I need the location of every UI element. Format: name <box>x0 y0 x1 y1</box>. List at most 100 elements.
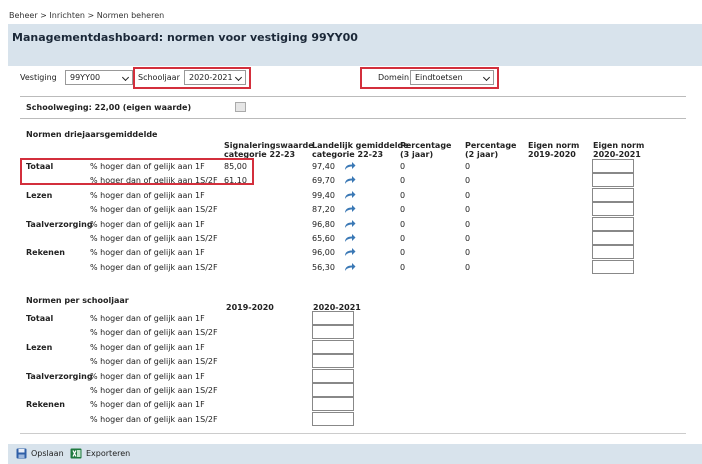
header-eigen-norm-2020: Eigen norm 2020-2021 <box>593 141 645 159</box>
row-description: % hoger dan of gelijk aan 1F <box>90 400 205 409</box>
percentage-3jaar-value: 0 <box>400 205 406 214</box>
copy-arrow-icon[interactable] <box>344 161 356 171</box>
section-driejaars-title: Normen driejaarsgemiddelde <box>26 130 158 139</box>
row-description: % hoger dan of gelijk aan 1S/2F <box>90 386 218 395</box>
percentage-2jaar-value: 0 <box>465 205 471 214</box>
row-description: % hoger dan of gelijk aan 1F <box>90 220 205 229</box>
norm-2020-2021-input[interactable] <box>312 325 354 339</box>
eigen-norm-input[interactable] <box>592 260 634 274</box>
norm-2020-2021-input[interactable] <box>312 397 354 411</box>
copy-arrow-icon[interactable] <box>344 175 356 185</box>
row-description: % hoger dan of gelijk aan 1S/2F <box>90 357 218 366</box>
filter-bar: Vestiging 99YY00 Schooljaar 2020-2021 Do… <box>8 66 702 92</box>
divider <box>20 433 686 434</box>
vestiging-label: Vestiging <box>20 73 57 82</box>
row-description: % hoger dan of gelijk aan 1S/2F <box>90 328 218 337</box>
row-description: % hoger dan of gelijk aan 1F <box>90 191 205 200</box>
landelijk-value: 96,80 <box>312 220 335 229</box>
save-label: Opslaan <box>31 449 64 458</box>
percentage-3jaar-value: 0 <box>400 191 406 200</box>
landelijk-value: 65,60 <box>312 234 335 243</box>
percentage-2jaar-value: 0 <box>465 248 471 257</box>
highlight-schooljaar <box>133 67 251 89</box>
norm-2020-2021-input[interactable] <box>312 311 354 325</box>
norm-2020-2021-input[interactable] <box>312 369 354 383</box>
percentage-2jaar-value: 0 <box>465 191 471 200</box>
row-subject: Lezen <box>26 191 53 200</box>
landelijk-value: 69,70 <box>312 176 335 185</box>
row-description: % hoger dan of gelijk aan 1S/2F <box>90 415 218 424</box>
percentage-3jaar-value: 0 <box>400 248 406 257</box>
export-label: Exporteren <box>86 449 131 458</box>
row-description: % hoger dan of gelijk aan 1S/2F <box>90 205 218 214</box>
row-subject: Rekenen <box>26 400 65 409</box>
page-title: Managementdashboard: normen voor vestigi… <box>12 31 358 44</box>
landelijk-value: 97,40 <box>312 162 335 171</box>
save-button[interactable]: Opslaan <box>16 448 64 459</box>
row-description: % hoger dan of gelijk aan 1F <box>90 248 205 257</box>
eigen-norm-input[interactable] <box>592 231 634 245</box>
header-2019-2020: 2019-2020 <box>226 303 274 312</box>
footer-toolbar: Opslaan Exporteren <box>8 444 702 464</box>
divider <box>20 118 686 119</box>
percentage-2jaar-value: 0 <box>465 234 471 243</box>
percentage-3jaar-value: 0 <box>400 263 406 272</box>
excel-icon <box>70 448 82 459</box>
landelijk-value: 99,40 <box>312 191 335 200</box>
copy-arrow-icon[interactable] <box>344 247 356 257</box>
header-percentage-3: Percentage (3 jaar) <box>400 141 452 159</box>
percentage-3jaar-value: 0 <box>400 234 406 243</box>
percentage-2jaar-value: 0 <box>465 263 471 272</box>
copy-arrow-icon[interactable] <box>344 233 356 243</box>
row-description: % hoger dan of gelijk aan 1F <box>90 343 205 352</box>
landelijk-value: 56,30 <box>312 263 335 272</box>
eigen-norm-input[interactable] <box>592 173 634 187</box>
norm-2020-2021-input[interactable] <box>312 412 354 426</box>
percentage-2jaar-value: 0 <box>465 176 471 185</box>
norm-2020-2021-input[interactable] <box>312 383 354 397</box>
percentage-3jaar-value: 0 <box>400 162 406 171</box>
save-icon <box>16 448 27 459</box>
section-per-schooljaar-title: Normen per schooljaar <box>26 296 129 305</box>
row-description: % hoger dan of gelijk aan 1S/2F <box>90 263 218 272</box>
eigen-norm-input[interactable] <box>592 217 634 231</box>
header-eigen-norm-2019: Eigen norm 2019-2020 <box>528 141 580 159</box>
eigen-norm-input[interactable] <box>592 188 634 202</box>
header-landelijk: Landelijk gemiddelde categorie 22-23 <box>312 141 409 159</box>
edit-note-icon[interactable] <box>235 102 246 112</box>
header-percentage-2: Percentage (2 jaar) <box>465 141 517 159</box>
eigen-norm-input[interactable] <box>592 202 634 216</box>
landelijk-value: 96,00 <box>312 248 335 257</box>
row-description: % hoger dan of gelijk aan 1S/2F <box>90 234 218 243</box>
landelijk-value: 87,20 <box>312 205 335 214</box>
row-subject: Taalverzorging <box>26 220 93 229</box>
eigen-norm-input[interactable] <box>592 245 634 259</box>
row-subject: Taalverzorging <box>26 372 93 381</box>
row-description: % hoger dan of gelijk aan 1F <box>90 314 205 323</box>
row-description: % hoger dan of gelijk aan 1F <box>90 372 205 381</box>
vestiging-value: 99YY00 <box>70 73 101 82</box>
eigen-norm-input[interactable] <box>592 159 634 173</box>
divider <box>20 96 686 97</box>
highlight-totaal-rows <box>20 158 254 185</box>
breadcrumb: Beheer > Inrichten > Normen beheren <box>9 11 165 20</box>
row-subject: Totaal <box>26 314 54 323</box>
chevron-down-icon <box>121 73 130 82</box>
copy-arrow-icon[interactable] <box>344 262 356 272</box>
percentage-3jaar-value: 0 <box>400 220 406 229</box>
percentage-3jaar-value: 0 <box>400 176 406 185</box>
percentage-2jaar-value: 0 <box>465 220 471 229</box>
vestiging-select[interactable]: 99YY00 <box>65 70 133 85</box>
row-subject: Lezen <box>26 343 53 352</box>
norm-2020-2021-input[interactable] <box>312 354 354 368</box>
norm-2020-2021-input[interactable] <box>312 340 354 354</box>
row-subject: Rekenen <box>26 248 65 257</box>
copy-arrow-icon[interactable] <box>344 204 356 214</box>
percentage-2jaar-value: 0 <box>465 162 471 171</box>
highlight-domein <box>360 67 499 89</box>
header-signalering: Signaleringswaarde categorie 22-23 <box>224 141 314 159</box>
copy-arrow-icon[interactable] <box>344 190 356 200</box>
copy-arrow-icon[interactable] <box>344 219 356 229</box>
export-button[interactable]: Exporteren <box>70 448 130 459</box>
schoolweging-text: Schoolweging: 22,00 (eigen waarde) <box>26 103 192 112</box>
